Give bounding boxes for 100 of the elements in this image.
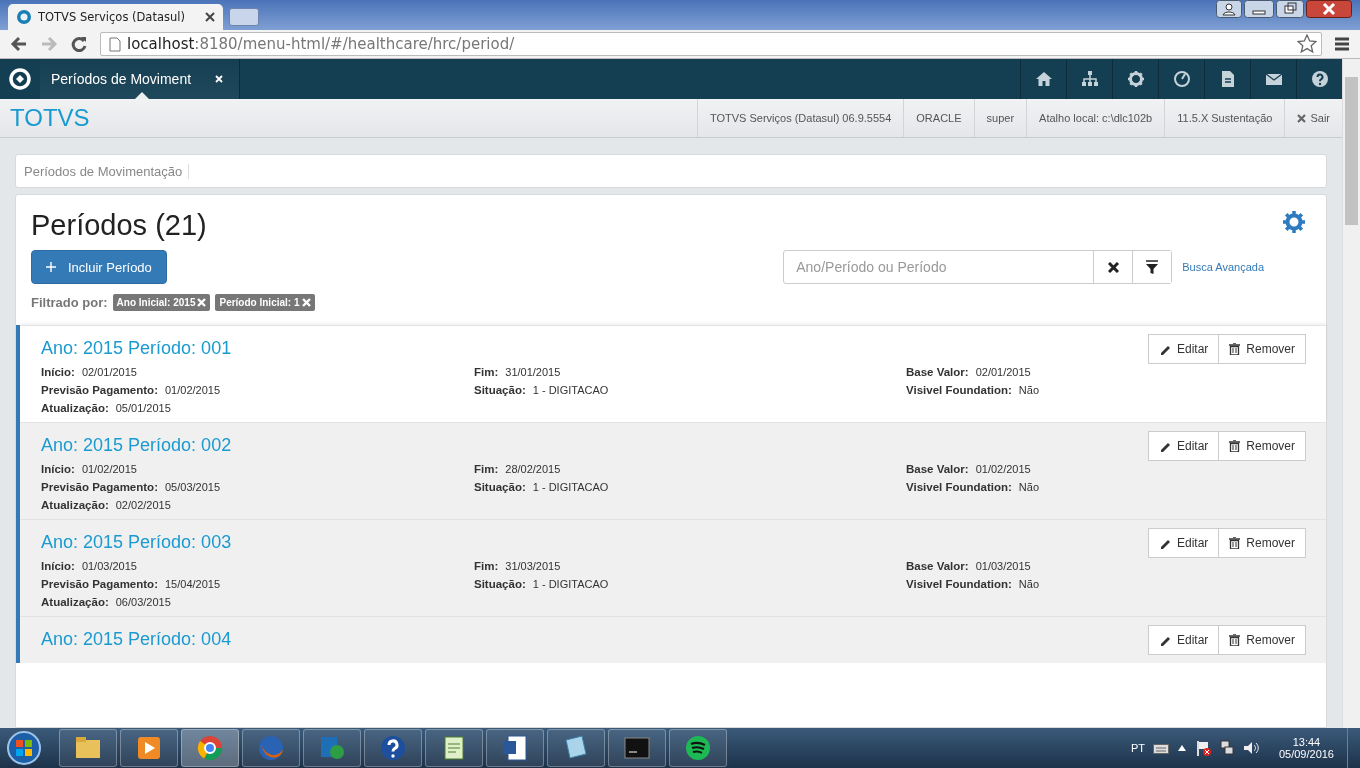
field-value: Não xyxy=(1018,578,1040,590)
edit-button[interactable]: Editar xyxy=(1147,625,1220,655)
remove-button[interactable]: Remover xyxy=(1219,431,1306,461)
field-label: Fim: xyxy=(474,560,499,572)
breadcrumb-link[interactable]: Períodos de Movimentação xyxy=(24,163,190,179)
help-icon xyxy=(1310,70,1329,88)
remove-button[interactable]: Remover xyxy=(1219,334,1306,364)
period-card[interactable]: Ano: 2015 Período: 001 Editar Remover Início: 02/01/2015 Fim: 31/01/2015 Base Valor: 02/01/2015 Previsão Pagamento: 01/02/2015 Situação: 1 - DIGITACAO Visivel Foundation: Não Atualização: 05/01/2015 xyxy=(20,325,1326,422)
field-value: 02/01/2015 xyxy=(975,366,1031,378)
period-card[interactable]: Ano: 2015 Período: 004 Editar Remover xyxy=(20,616,1326,663)
filter-tag[interactable]: Período Inicial: 1 xyxy=(215,294,315,311)
trash-icon xyxy=(1229,634,1241,646)
address-bar[interactable]: localhost:8180/menu-html/#/healthcare/hrc/period/ xyxy=(100,32,1322,56)
taskbar-app-button[interactable] xyxy=(59,729,117,767)
field-value: 02/02/2015 xyxy=(115,499,171,511)
header-info: TOTVS Serviços (Datasul) 06.9.5554 xyxy=(696,99,904,137)
field-label: Atualização: xyxy=(41,596,109,608)
sitemap-icon xyxy=(1080,70,1099,88)
new-tab-button[interactable] xyxy=(229,8,259,26)
close-icon xyxy=(1107,261,1119,273)
field-value: Não xyxy=(1018,384,1040,396)
network-icon[interactable] xyxy=(1218,740,1235,756)
tab-label: Períodos de Moviment xyxy=(51,71,192,87)
field-value: 31/01/2015 xyxy=(505,366,561,378)
reload-icon[interactable] xyxy=(70,35,88,53)
search-field[interactable]: Ano/Período ou Período xyxy=(783,250,1173,284)
field-label: Situação: xyxy=(474,481,526,493)
up-arrow-icon[interactable] xyxy=(1176,744,1187,752)
brand-name: TOTVS xyxy=(10,104,90,132)
scrollbar-thumb[interactable] xyxy=(1345,77,1358,225)
field-value: 1 - DIGITACAO xyxy=(532,384,609,396)
taskbar-app-button[interactable] xyxy=(669,729,727,767)
filter-button[interactable] xyxy=(1132,251,1172,283)
clock-icon xyxy=(1172,70,1191,88)
settings-icon[interactable] xyxy=(1282,210,1306,234)
pencil-icon xyxy=(1158,343,1171,355)
menu-icon[interactable] xyxy=(1334,36,1350,52)
clock-time[interactable]: 13:44 xyxy=(1292,736,1321,748)
taskbar-app-button[interactable] xyxy=(364,729,422,767)
remove-button[interactable]: Remover xyxy=(1219,625,1306,655)
trash-icon xyxy=(1229,537,1241,549)
scrollbar[interactable] xyxy=(1342,59,1360,728)
page-title: Períodos (21) xyxy=(31,209,208,242)
trash-icon xyxy=(1229,343,1241,355)
field-label: Início: xyxy=(41,463,75,475)
advanced-search-link[interactable]: Busca Avançada xyxy=(1182,261,1264,273)
user-icon[interactable] xyxy=(1216,0,1242,18)
filter-tag[interactable]: Ano Inicial: 2015 xyxy=(112,294,211,311)
field-value: 05/03/2015 xyxy=(164,481,221,493)
edit-button[interactable]: Editar xyxy=(1147,334,1220,364)
field-label: Atualização: xyxy=(41,499,109,511)
close-icon[interactable] xyxy=(205,12,215,22)
close-icon[interactable] xyxy=(1306,0,1352,18)
period-card[interactable]: Ano: 2015 Período: 003 Editar Remover Início: 01/03/2015 Fim: 31/03/2015 Base Valor: 01/03/2015 Previsão Pagamento: 15/04/2015 Situação: 1 - DIGITACAO Visivel Foundation: Não Atualização: 06/03/2015 xyxy=(20,519,1326,616)
settings-icon xyxy=(1126,70,1145,88)
remove-button[interactable]: Remover xyxy=(1219,528,1306,558)
field-value: 01/02/2015 xyxy=(164,384,221,396)
add-button[interactable]: Incluir Período xyxy=(31,250,167,284)
flag-icon[interactable] xyxy=(1194,740,1211,756)
restore-icon[interactable] xyxy=(1276,0,1304,18)
field-label: Previsão Pagamento: xyxy=(41,578,158,590)
app-tab[interactable]: Períodos de Moviment xyxy=(40,59,240,99)
clock-date[interactable]: 05/09/2016 xyxy=(1278,748,1334,760)
start-orb-icon[interactable] xyxy=(4,730,44,766)
field-label: Visivel Foundation: xyxy=(906,481,1012,493)
edit-button[interactable]: Editar xyxy=(1147,431,1220,461)
taskbar-app-button[interactable] xyxy=(547,729,605,767)
field-value: 01/02/2015 xyxy=(81,463,137,475)
header-info: Atalho local: c:\dlc102b xyxy=(1026,99,1165,137)
field-value: 05/01/2015 xyxy=(115,402,171,414)
language-indicator[interactable]: PT xyxy=(1130,742,1145,754)
browser-tab[interactable]: TOTVS Serviços (Datasul) xyxy=(8,4,223,30)
field-value: 15/04/2015 xyxy=(164,578,221,590)
taskbar-app-button[interactable] xyxy=(120,729,178,767)
header-info: 11.5.X Sustentação xyxy=(1164,99,1285,137)
filter-label: Filtrado por: xyxy=(31,295,108,310)
trash-icon xyxy=(1229,440,1241,452)
pencil-icon xyxy=(1158,440,1171,452)
home-icon xyxy=(1034,70,1053,88)
taskbar-app-button[interactable] xyxy=(608,729,666,767)
header-info: super xyxy=(973,99,1027,137)
back-icon[interactable] xyxy=(10,36,28,52)
close-icon xyxy=(1297,113,1307,123)
field-label: Atualização: xyxy=(41,402,109,414)
field-value: Não xyxy=(1018,481,1040,493)
field-label: Fim: xyxy=(474,463,499,475)
star-icon[interactable] xyxy=(1297,34,1317,54)
field-value: 1 - DIGITACAO xyxy=(532,578,609,590)
logo-icon[interactable] xyxy=(9,68,31,90)
taskbar-app-button[interactable] xyxy=(425,729,483,767)
period-card[interactable]: Ano: 2015 Período: 002 Editar Remover Início: 01/02/2015 Fim: 28/02/2015 Base Valor: 01/02/2015 Previsão Pagamento: 05/03/2015 Situação: 1 - DIGITACAO Visivel Foundation: Não Atualização: 02/02/2015 xyxy=(20,422,1326,519)
minimize-icon[interactable] xyxy=(1244,0,1274,18)
keyboard-icon[interactable] xyxy=(1152,742,1169,754)
search-input[interactable]: Ano/Período ou Período xyxy=(784,251,1094,283)
plus-icon xyxy=(46,262,56,272)
edit-button[interactable]: Editar xyxy=(1147,528,1220,558)
volume-icon[interactable] xyxy=(1242,740,1259,756)
pencil-icon xyxy=(1158,537,1171,549)
field-label: Base Valor: xyxy=(906,560,969,572)
taskbar-app-button[interactable] xyxy=(486,729,544,767)
